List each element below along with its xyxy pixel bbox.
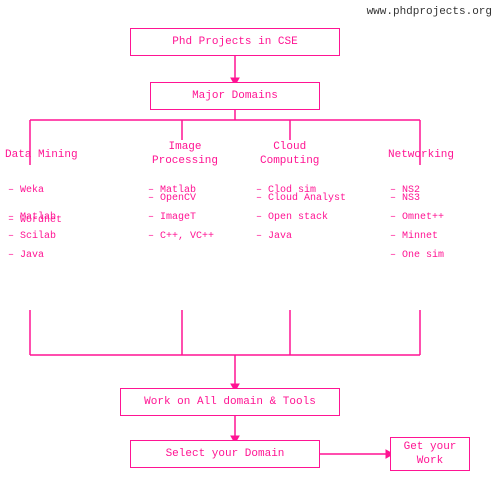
select-domain-box[interactable]: Select your Domain bbox=[130, 440, 320, 468]
cloud-computing-label: CloudComputing bbox=[260, 140, 319, 169]
website-label: www.phdprojects.org bbox=[367, 6, 492, 18]
data-mining-list: – Weka – Wordnet – Matlab – Scilab – Jav… bbox=[8, 185, 62, 261]
data-mining-label: Data Mining bbox=[5, 148, 78, 162]
networking-label: Networking bbox=[388, 148, 454, 162]
image-processing-label: ImageProcessing bbox=[152, 140, 218, 169]
phd-box: Phd Projects in CSE bbox=[130, 28, 340, 56]
image-processing-list: – Matlab – OpenCV – ImageT – C++, VC++ bbox=[148, 185, 214, 242]
get-work-box: Get yourWork bbox=[390, 437, 470, 471]
work-all-box: Work on All domain & Tools bbox=[120, 388, 340, 416]
major-domains-box: Major Domains bbox=[150, 82, 320, 110]
cloud-computing-list: – Clod sim – Cloud Analyst – Open stack … bbox=[256, 185, 346, 242]
networking-list: – NS2 – NS3 – Omnet++ – Minnet – One sim bbox=[390, 185, 444, 261]
